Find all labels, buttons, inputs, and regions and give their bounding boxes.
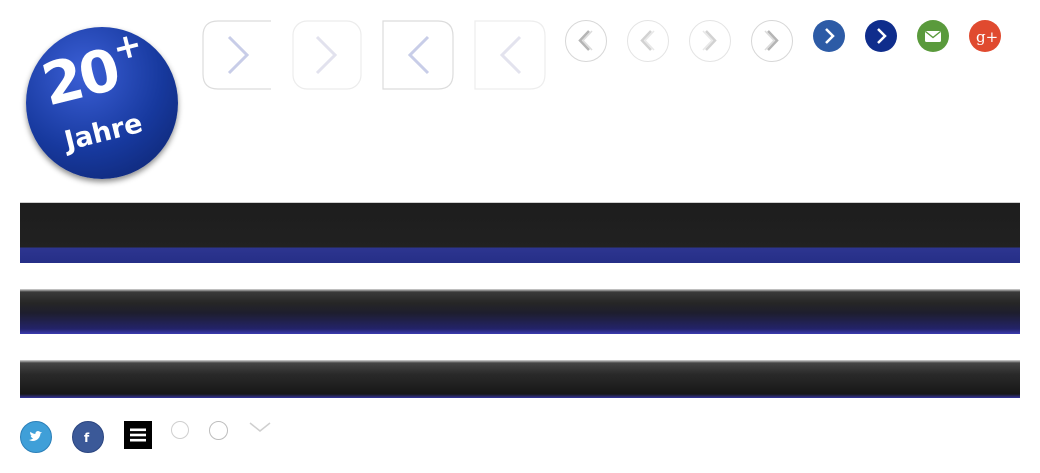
facebook-button[interactable]: f <box>72 421 104 453</box>
next-button-round[interactable] <box>751 20 793 62</box>
nav-bar-style-1 <box>20 202 1020 263</box>
chevron-right-icon <box>877 28 887 44</box>
nav-bar-style-2 <box>20 289 1020 334</box>
empty-circle-icon[interactable] <box>209 421 228 440</box>
chevron-left-icon <box>640 30 655 51</box>
next-button-square-faint[interactable] <box>292 20 362 90</box>
chevron-right-icon <box>764 30 779 51</box>
prev-button-round-faint[interactable] <box>627 20 669 62</box>
twitter-button[interactable] <box>20 421 52 453</box>
dropdown-toggle[interactable] <box>248 420 272 434</box>
prev-button-round[interactable] <box>565 20 607 62</box>
chevron-left-icon <box>382 20 454 90</box>
chevron-left-icon <box>474 20 546 90</box>
nav-bar-style-3 <box>20 360 1020 398</box>
badge-word: Jahre <box>61 107 146 158</box>
empty-circle-icon[interactable] <box>171 421 189 439</box>
google-plus-label: g+ <box>976 28 998 46</box>
badge-number: 20+ <box>35 27 144 120</box>
prev-button-square-faint[interactable] <box>474 20 546 90</box>
chevron-down-icon <box>249 422 271 432</box>
next-button-blue[interactable] <box>813 20 845 52</box>
chevron-right-icon <box>702 30 717 51</box>
facebook-label: f <box>84 431 90 445</box>
facebook-icon: f <box>84 431 90 445</box>
mail-icon <box>925 30 941 42</box>
google-plus-icon: g+ <box>976 28 998 46</box>
chevron-right-icon <box>825 28 835 44</box>
next-button-dark-blue[interactable] <box>865 20 897 52</box>
twitter-icon <box>29 431 42 441</box>
chevron-right-icon <box>292 20 362 90</box>
anniversary-badge: 20+ Jahre <box>26 27 178 179</box>
menu-button[interactable] <box>124 421 152 449</box>
chevron-right-icon <box>202 20 271 90</box>
prev-button-square[interactable] <box>382 20 454 90</box>
chevron-left-icon <box>578 30 593 51</box>
menu-icon <box>130 428 146 442</box>
next-button-round-faint[interactable] <box>689 20 731 62</box>
next-button-square[interactable] <box>202 20 272 90</box>
google-plus-button[interactable]: g+ <box>969 20 1001 52</box>
mail-button[interactable] <box>917 20 949 52</box>
